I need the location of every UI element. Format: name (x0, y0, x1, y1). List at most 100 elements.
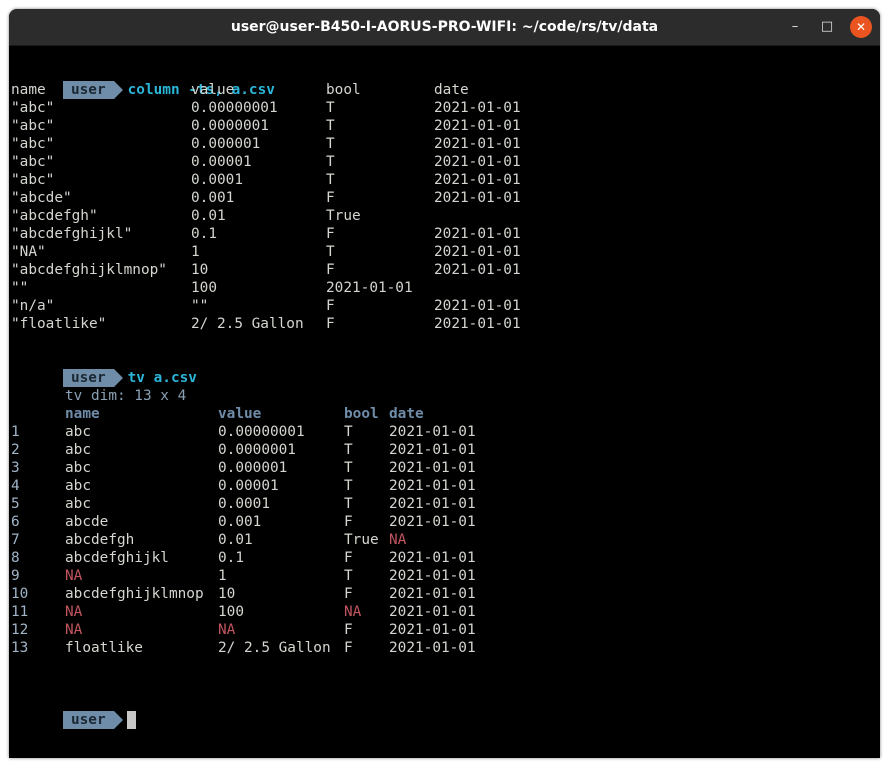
col-name: "abc" (11, 100, 55, 116)
tv-date: 2021-01-01 (389, 514, 476, 530)
col-name: "n/a" (11, 298, 55, 314)
terminal-output[interactable]: user column -ts, a.csv name value bool date "… (11, 63, 880, 729)
col-date: date (434, 82, 469, 98)
col-value: 2/ 2.5 Gallon (191, 316, 304, 332)
col-value: 0.00000001 (191, 100, 278, 116)
tv-bool: F (344, 622, 353, 638)
tv-name: abcdefgh (65, 532, 135, 548)
tv-name: NA (65, 604, 83, 620)
tv-bool: T (344, 568, 353, 584)
col-name: "" (11, 280, 29, 296)
minimize-button[interactable]: – (784, 16, 806, 38)
tv-header-bool: bool (344, 406, 379, 422)
tv-date: 2021-01-01 (389, 442, 476, 458)
prompt-line: user tv a.csv (11, 351, 880, 387)
tv-row: 10 abcdefghijklmnop 10 F 2021-01-01 (11, 585, 880, 603)
tv-name: NA (65, 622, 83, 638)
column-row: "abcdefgh" 0.01 True (11, 207, 880, 225)
column-header-row: name value bool date (11, 81, 880, 99)
tv-header-row: name value bool date (11, 405, 880, 423)
column-row: "NA" 1 T 2021-01-01 (11, 243, 880, 261)
tv-date: 2021-01-01 (389, 496, 476, 512)
col-name: "abcde" (11, 190, 72, 206)
tv-bool: T (344, 460, 353, 476)
col-value: 100 (191, 280, 217, 296)
close-button[interactable]: ✕ (850, 16, 872, 38)
column-row: "abc" 0.00001 T 2021-01-01 (11, 153, 880, 171)
col-value: 0.001 (191, 190, 235, 206)
maximize-button[interactable]: □ (816, 16, 838, 38)
column-output: name value bool date "abc" 0.00000001 T 2021-01… (11, 81, 880, 333)
tv-name: abcde (65, 514, 109, 530)
col-bool: T (326, 136, 335, 152)
window-title: user@user-B450-I-AORUS-PRO-WIFI: ~/code/… (230, 19, 659, 35)
tv-value: 2/ 2.5 Gallon (218, 640, 331, 656)
col-value: 0.1 (191, 226, 217, 242)
tv-value: 0.1 (218, 550, 244, 566)
tv-date: 2021-01-01 (389, 550, 476, 566)
tv-value: 100 (218, 604, 244, 620)
tv-value: 0.00000001 (218, 424, 305, 440)
prompt-line: user column -ts, a.csv (11, 63, 880, 99)
tv-row: 11 NA 100 NA 2021-01-01 (11, 603, 880, 621)
col-date: 2021-01-01 (434, 136, 521, 152)
col-name: "abcdefgh" (11, 208, 98, 224)
tv-row: 7 abcdefgh 0.01 True NA (11, 531, 880, 549)
column-row: "abc" 0.00000001 T 2021-01-01 (11, 99, 880, 117)
tv-date: 2021-01-01 (389, 604, 476, 620)
col-bool: F (326, 262, 335, 278)
tv-date: 2021-01-01 (389, 568, 476, 584)
tv-value: 0.0000001 (218, 442, 296, 458)
col-value: 0.0001 (191, 172, 243, 188)
tv-row: 1 abc 0.00000001 T 2021-01-01 (11, 423, 880, 441)
col-date: 2021-01-01 (434, 100, 521, 116)
tv-row-number: 11 (11, 604, 29, 620)
tv-row-number: 5 (11, 496, 20, 512)
tv-value: 0.000001 (218, 460, 288, 476)
col-value: 0.0000001 (191, 118, 269, 134)
column-row: "n/a" "" F 2021-01-01 (11, 297, 880, 315)
col-date: 2021-01-01 (434, 298, 521, 314)
tv-bool: T (344, 496, 353, 512)
tv-name: abc (65, 442, 91, 458)
tv-bool: T (344, 478, 353, 494)
col-value: "" (191, 298, 209, 314)
col-bool: bool (326, 82, 361, 98)
prompt-line[interactable]: user (11, 693, 880, 729)
tv-row: 3 abc 0.000001 T 2021-01-01 (11, 459, 880, 477)
tv-output: name value bool date 1 abc 0.00000001 T 2021-01-… (11, 405, 880, 657)
tv-name: abc (65, 424, 91, 440)
col-date: 2021-01-01 (434, 172, 521, 188)
col-name: "abc" (11, 154, 55, 170)
column-row: "abc" 0.0001 T 2021-01-01 (11, 171, 880, 189)
col-bool: F (326, 298, 335, 314)
tv-value: 0.01 (218, 532, 253, 548)
cursor[interactable] (126, 711, 136, 729)
tv-row-number: 4 (11, 478, 20, 494)
tv-bool: F (344, 514, 353, 530)
col-date: 2021-01-01 (434, 118, 521, 134)
tv-bool: T (344, 442, 353, 458)
tv-dim-line: tv dim: 13 x 4 (11, 387, 880, 405)
tv-row: 8 abcdefghijkl 0.1 F 2021-01-01 (11, 549, 880, 567)
col-value: 1 (191, 244, 200, 260)
tv-row: 4 abc 0.00001 T 2021-01-01 (11, 477, 880, 495)
col-date: 2021-01-01 (434, 244, 521, 260)
tv-name: abcdefghijklmnop (65, 586, 204, 602)
tv-row-number: 6 (11, 514, 20, 530)
col-bool: T (326, 100, 335, 116)
tv-dim-text: tv dim: 13 x 4 (65, 388, 187, 404)
tv-date: 2021-01-01 (389, 586, 476, 602)
tv-row-number: 8 (11, 550, 20, 566)
tv-value: 0.0001 (218, 496, 270, 512)
tv-date: 2021-01-01 (389, 640, 476, 656)
col-value: value (191, 82, 235, 98)
col-name: "abcdefghijkl" (11, 226, 133, 242)
title-bar[interactable]: user@user-B450-I-AORUS-PRO-WIFI: ~/code/… (9, 9, 880, 46)
tv-date: 2021-01-01 (389, 622, 476, 638)
tv-date: 2021-01-01 (389, 424, 476, 440)
tv-bool: NA (344, 604, 362, 620)
